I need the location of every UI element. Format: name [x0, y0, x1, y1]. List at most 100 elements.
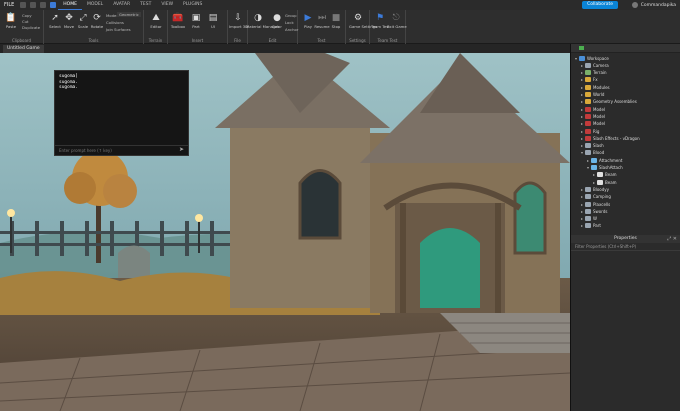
team-test-group: ⚑ Team Test ⎋ Exit Game Team Test	[370, 10, 407, 44]
explorer-item[interactable]: ▸ W	[579, 216, 597, 222]
properties-title: Properties	[571, 235, 680, 243]
explorer-item[interactable]: ▸ Attachment	[585, 157, 622, 163]
beam-icon	[597, 172, 603, 178]
save-icon[interactable]	[20, 2, 27, 8]
tab-model[interactable]: MODEL	[82, 0, 108, 10]
copy-button[interactable]: Copy	[22, 13, 32, 18]
file-group: ⇩ Import 3D File	[228, 10, 248, 44]
game-settings-button[interactable]: ⚙ Game Settings	[349, 12, 377, 30]
explorer-item[interactable]: ▸ Camping	[579, 194, 611, 200]
explorer-item[interactable]: ▸ Fx	[579, 77, 598, 83]
explorer-item[interactable]: ▸ World	[579, 92, 604, 98]
user-menu[interactable]: Commandapika	[631, 1, 676, 9]
import-3d-button[interactable]: ⇩ Import 3D	[229, 12, 248, 30]
part-button[interactable]: ▣ Part	[187, 12, 205, 30]
part-icon	[585, 201, 591, 207]
cut-button[interactable]: Cut	[22, 19, 29, 24]
lock-button[interactable]: Lock	[285, 20, 294, 25]
properties-window-buttons[interactable]: ⤢ ✕	[667, 236, 677, 242]
model-icon	[585, 106, 591, 112]
tab-view[interactable]: VIEW	[156, 0, 178, 10]
explorer-item[interactable]: ▸ Model	[579, 121, 605, 127]
file-menu[interactable]: FILE	[0, 2, 18, 8]
explorer-item-label: Attachment	[599, 157, 623, 163]
explorer-item[interactable]: ▾ Blood	[579, 150, 604, 156]
mode-dropdown[interactable]: Geometric	[117, 12, 141, 17]
explorer-item-label: Bloodyy	[593, 186, 610, 192]
explorer-item[interactable]: ▸ Plaxcells	[579, 201, 610, 207]
properties-filter-input[interactable]: Filter Properties (Ctrl+Shift+P)	[571, 243, 680, 251]
ui-button[interactable]: ▤ UI	[204, 12, 222, 30]
command-console: sugoma] sugoma. sugoma. Enter prompt her…	[54, 70, 189, 156]
paste-button[interactable]: 📋 Paste	[2, 12, 20, 30]
explorer-item-label: Slash	[593, 143, 604, 149]
undo-icon[interactable]	[30, 2, 37, 8]
avatar	[631, 2, 638, 8]
explorer-item[interactable]: ▸ Beam	[591, 172, 617, 178]
terrain-icon	[585, 70, 591, 76]
explorer-item[interactable]: ▸ Modules	[579, 84, 610, 90]
anchor-button[interactable]: Anchor	[285, 27, 298, 32]
color-button[interactable]: ● Color	[268, 12, 286, 30]
material-icon: ◑	[254, 12, 262, 23]
explorer-item-label: SlashAttach	[599, 165, 623, 170]
explorer-item[interactable]: ▸ Beam	[591, 179, 617, 185]
properties-panel: Properties ⤢ ✕ Filter Properties (Ctrl+S…	[570, 235, 680, 411]
quick-play-icon[interactable]	[50, 2, 57, 8]
rotate-icon: ⟳	[93, 12, 101, 23]
collisions-toggle[interactable]: Collisions	[106, 20, 124, 25]
explorer-item-label: Part	[593, 223, 601, 229]
team-test-group-label: Team Test	[377, 38, 398, 43]
explorer-item[interactable]: ▸ Geometry Assemblies	[579, 99, 637, 105]
stop-icon: ■	[331, 12, 341, 23]
tab-plugins[interactable]: PLUGINS	[178, 0, 207, 10]
part-icon	[585, 194, 591, 200]
insert-group: 🧰 Toolbox ▣ Part ▤ UI Insert	[168, 10, 228, 44]
cursor-icon: ➚	[51, 12, 59, 23]
folder-icon	[585, 84, 591, 90]
explorer-item[interactable]: ▸ Terrain	[579, 70, 607, 76]
attachment-icon	[591, 165, 597, 170]
part-icon	[585, 150, 591, 156]
explorer-item[interactable]: ▾ SlashAttach	[585, 165, 623, 171]
tab-home[interactable]: HOME	[58, 0, 82, 10]
redo-icon[interactable]	[40, 2, 47, 8]
explorer-item-label: Slash Effects - vDragon	[593, 135, 640, 141]
paste-icon: 📋	[5, 12, 17, 23]
material-manager-button[interactable]: ◑ Material Manager	[246, 12, 279, 30]
explorer-item[interactable]: ▸ Model	[579, 106, 605, 112]
join-surfaces-toggle[interactable]: Join Surfaces	[106, 27, 131, 32]
explorer-item-label: Plaxcells	[593, 201, 611, 207]
explorer-item-label: W	[593, 216, 597, 222]
explorer-item[interactable]: ▸ Rig	[579, 128, 599, 134]
gear-icon: ⚙	[353, 12, 363, 23]
explorer-item[interactable]: ▸ Camera	[579, 62, 609, 68]
stop-button[interactable]: ■ Stop	[327, 12, 345, 30]
collaborate-button[interactable]: Collaborate	[582, 1, 618, 9]
beam-icon	[597, 179, 603, 185]
terrain-editor-button[interactable]: ⛰ Editor	[147, 12, 165, 30]
resume-icon: ⏭	[317, 12, 327, 23]
send-icon[interactable]: ➤	[179, 146, 184, 153]
tools-group: ➚ Select ✥ Move ⤢ Scale ⟳ Rotate Mode: G…	[44, 10, 144, 44]
rotate-button[interactable]: ⟳ Rotate	[88, 12, 106, 30]
console-line: sugoma.	[59, 85, 78, 90]
toolbox-button[interactable]: 🧰 Toolbox	[169, 12, 187, 30]
explorer-item[interactable]: ▸ Swords	[579, 208, 607, 214]
explorer-item[interactable]: ▸ Part	[579, 223, 601, 229]
explorer-item[interactable]: ▸ Bloodyy	[579, 186, 609, 192]
tab-test[interactable]: TEST	[135, 0, 156, 10]
explorer-item[interactable]: ▸ Model	[579, 113, 605, 119]
explorer-item[interactable]: ▸ Slash	[579, 143, 604, 149]
color-icon: ●	[273, 12, 281, 23]
duplicate-button[interactable]: Duplicate	[22, 25, 40, 30]
group-button[interactable]: Group	[285, 13, 297, 18]
tab-avatar[interactable]: AVATAR	[108, 0, 135, 10]
explorer-item[interactable]: ▸ Slash Effects - vDragon	[579, 135, 640, 141]
explorer-item-label: Blood	[593, 150, 605, 156]
exit-game-button[interactable]: ⎋ Exit Game	[387, 12, 407, 30]
tab-untitled-game[interactable]: Untitled Game	[3, 45, 44, 53]
explorer-item-label: Geometry Assemblies	[593, 99, 637, 105]
explorer-item[interactable]: ▾ Workspace	[573, 55, 609, 61]
console-input[interactable]: Enter prompt here (↑ key)	[55, 145, 188, 155]
